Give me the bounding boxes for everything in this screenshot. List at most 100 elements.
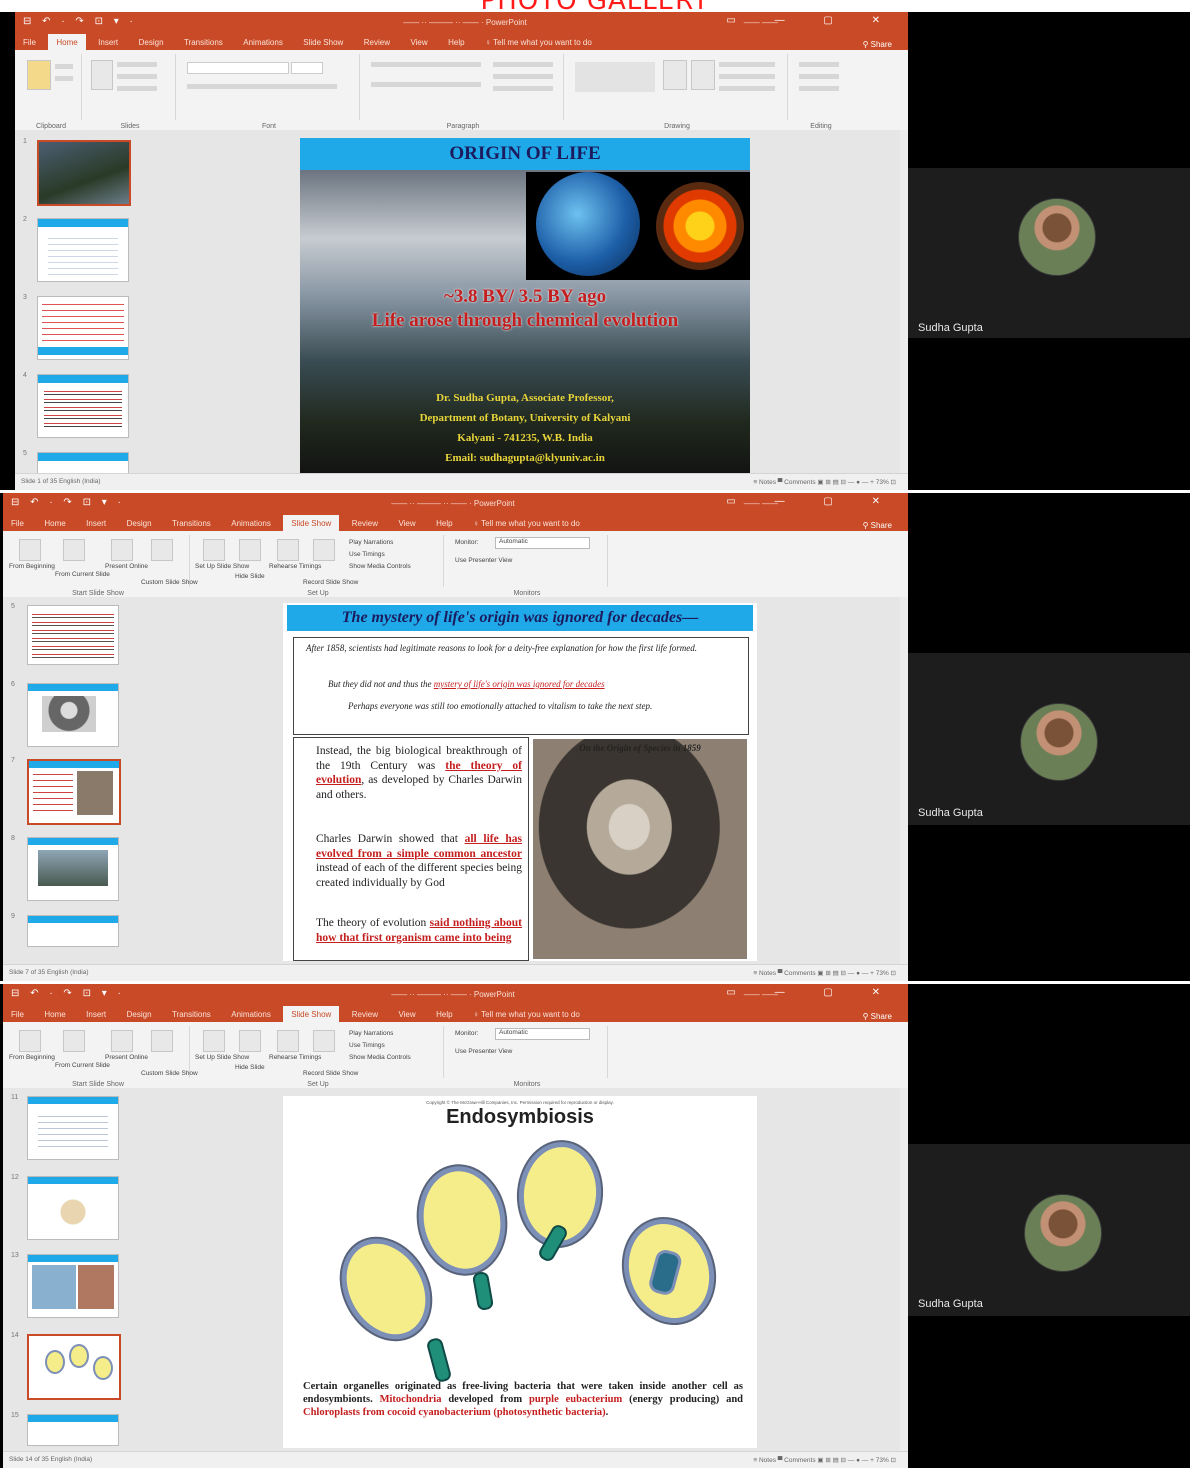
- vertical-scrollbar[interactable]: [900, 130, 908, 474]
- vertical-scrollbar[interactable]: [900, 1088, 908, 1452]
- clipboard-group: Clipboard: [21, 54, 82, 130]
- window-controls[interactable]: ▭ — ▢ ✕: [726, 15, 898, 26]
- custom-show-icon[interactable]: [151, 1030, 173, 1052]
- group-label: Clipboard: [36, 123, 66, 130]
- new-slide-icon[interactable]: [91, 60, 113, 90]
- status-right[interactable]: ≡ Notes ▀ Comments ▣ ⊞ ▤ ⊟ — ● — + 73% ⊡: [753, 1456, 896, 1464]
- presenter-view-checkbox[interactable]: Use Presenter View: [455, 1048, 512, 1055]
- hide-slide-label[interactable]: Hide Slide: [235, 573, 265, 580]
- record-label[interactable]: Record Slide Show: [303, 579, 358, 586]
- window-controls[interactable]: ▭ — ▢ ✕: [726, 496, 898, 507]
- rehearse-timings-icon[interactable]: [277, 539, 299, 561]
- participant-tile[interactable]: Sudha Gupta: [908, 168, 1190, 338]
- quick-access-toolbar[interactable]: ⊟ ↶ · ↷ ⊡ ▾ ·: [11, 497, 125, 508]
- slide-thumbnail[interactable]: [27, 1414, 119, 1446]
- slide-canvas[interactable]: Copyright © The McGraw-Hill Companies, I…: [283, 1096, 757, 1448]
- status-bar: Slide 7 of 35 English (India) ≡ Notes ▀ …: [3, 964, 908, 981]
- record-slide-show-icon[interactable]: [313, 1030, 335, 1052]
- from-current-icon[interactable]: [63, 1030, 85, 1052]
- rehearse-timings-icon[interactable]: [277, 1030, 299, 1052]
- play-narrations-checkbox[interactable]: Play Narrations: [349, 1030, 393, 1037]
- from-beginning-label[interactable]: From Beginning: [9, 563, 55, 570]
- slide-thumbnail[interactable]: [27, 1176, 119, 1240]
- custom-show-label[interactable]: Custom Slide Show: [141, 579, 198, 586]
- quick-access-toolbar[interactable]: ⊟ ↶ · ↷ ⊡ ▾ ·: [23, 16, 137, 27]
- slide-thumbnail[interactable]: [37, 140, 131, 206]
- earth-globe-image: [526, 172, 652, 280]
- from-current-icon[interactable]: [63, 539, 85, 561]
- show-media-controls-checkbox[interactable]: Show Media Controls: [349, 1054, 411, 1061]
- quick-access-toolbar[interactable]: ⊟ ↶ · ↷ ⊡ ▾ ·: [11, 988, 125, 999]
- thumb-number: 3: [23, 294, 27, 301]
- hide-slide-label[interactable]: Hide Slide: [235, 1064, 265, 1071]
- set-up-slide-show-icon[interactable]: [203, 539, 225, 561]
- slide-thumbnail[interactable]: [37, 218, 129, 282]
- slide-thumbnail[interactable]: [27, 1254, 119, 1318]
- from-beginning-label[interactable]: From Beginning: [9, 1054, 55, 1061]
- slide-thumbnail[interactable]: [27, 683, 119, 747]
- slide-thumbnails-pane: 1 2 3 4 5: [15, 130, 137, 482]
- slide-thumbnail[interactable]: [37, 374, 129, 438]
- thumb-number: 5: [23, 450, 27, 457]
- present-online-label[interactable]: Present Online: [105, 1054, 148, 1061]
- present-online-icon[interactable]: [111, 539, 133, 561]
- title-bar: ⊟ ↶ · ↷ ⊡ ▾ · —— ·· ——— ·· —— · PowerPoi…: [15, 12, 908, 32]
- set-up-label[interactable]: Set Up Slide Show: [195, 1054, 249, 1061]
- participant-name: Sudha Gupta: [918, 1298, 983, 1310]
- powerpoint-window: ⊟ ↶ · ↷ ⊡ ▾ · —— ·· ——— ·· —— · PowerPoi…: [15, 12, 908, 490]
- slide-thumbnails-pane: 11 12 13 14 15: [3, 1088, 125, 1452]
- slide-thumbnail[interactable]: [27, 837, 119, 901]
- record-label[interactable]: Record Slide Show: [303, 1070, 358, 1077]
- slide-thumbnail[interactable]: [27, 1096, 119, 1160]
- title-bar: ⊟ ↶ · ↷ ⊡ ▾ · —— ·· ——— ·· —— · PowerPoi…: [3, 493, 908, 513]
- play-narrations-checkbox[interactable]: Play Narrations: [349, 539, 393, 546]
- bullet-6: The theory of evolution said nothing abo…: [316, 917, 522, 944]
- quick-styles-icon[interactable]: [691, 60, 715, 90]
- vertical-scrollbar[interactable]: [900, 597, 908, 965]
- author-line-1: Dr. Sudha Gupta, Associate Professor,: [436, 392, 614, 404]
- record-slide-show-icon[interactable]: [313, 539, 335, 561]
- slide-thumbnail[interactable]: [27, 605, 119, 665]
- set-up-label[interactable]: Set Up Slide Show: [195, 563, 249, 570]
- slide-canvas[interactable]: The mystery of life's origin was ignored…: [283, 603, 757, 961]
- use-timings-checkbox[interactable]: Use Timings: [349, 551, 385, 558]
- use-timings-checkbox[interactable]: Use Timings: [349, 1042, 385, 1049]
- document-title: —— ·· ——— ·· —— · PowerPoint: [403, 18, 527, 27]
- monitor-select[interactable]: Automatic: [495, 537, 590, 549]
- from-beginning-icon[interactable]: [19, 1030, 41, 1052]
- hide-slide-icon[interactable]: [239, 1030, 261, 1052]
- group-label: Paragraph: [446, 123, 480, 130]
- hide-slide-icon[interactable]: [239, 539, 261, 561]
- participant-tile[interactable]: Sudha Gupta: [908, 653, 1190, 825]
- status-right[interactable]: ≡ Notes ▀ Comments ▣ ⊞ ▤ ⊟ — ● — + 73% ⊡: [753, 478, 896, 486]
- presenter-view-checkbox[interactable]: Use Presenter View: [455, 557, 512, 564]
- slide-thumbnail[interactable]: [27, 915, 119, 947]
- free-bacterium: [425, 1336, 453, 1384]
- from-current-label[interactable]: From Current Slide: [55, 571, 110, 578]
- present-online-icon[interactable]: [111, 1030, 133, 1052]
- present-online-label[interactable]: Present Online: [105, 563, 148, 570]
- set-up-slide-show-icon[interactable]: [203, 1030, 225, 1052]
- slide-canvas[interactable]: ORIGIN OF LIFE ~3.8 BY/ 3.5 BY ago Life …: [300, 138, 750, 480]
- slide-thumbnail[interactable]: [37, 296, 129, 360]
- rehearse-label[interactable]: Rehearse Timings: [269, 1054, 321, 1061]
- thumb-number: 9: [11, 913, 15, 920]
- status-left: Slide 14 of 35 English (India): [9, 1456, 93, 1463]
- participant-tile[interactable]: Sudha Gupta: [908, 1144, 1190, 1316]
- avatar: [1018, 198, 1096, 276]
- window-controls[interactable]: ▭ — ▢ ✕: [726, 987, 898, 998]
- show-media-controls-checkbox[interactable]: Show Media Controls: [349, 563, 411, 570]
- custom-show-label[interactable]: Custom Slide Show: [141, 1070, 198, 1077]
- from-beginning-icon[interactable]: [19, 539, 41, 561]
- monitor-select[interactable]: Automatic: [495, 1028, 590, 1040]
- slide-thumbnail[interactable]: [27, 1334, 121, 1400]
- status-right[interactable]: ≡ Notes ▀ Comments ▣ ⊞ ▤ ⊟ — ● — + 73% ⊡: [753, 969, 896, 977]
- rehearse-label[interactable]: Rehearse Timings: [269, 563, 321, 570]
- from-current-label[interactable]: From Current Slide: [55, 1062, 110, 1069]
- arrange-icon[interactable]: [663, 60, 687, 90]
- custom-show-icon[interactable]: [151, 539, 173, 561]
- paste-icon[interactable]: [27, 60, 51, 90]
- ribbon-home: Clipboard Slides Font Paragraph Drawing …: [15, 50, 908, 131]
- copyright-note: Copyright © The McGraw-Hill Companies, I…: [426, 1100, 614, 1105]
- slide-thumbnail[interactable]: [27, 759, 121, 825]
